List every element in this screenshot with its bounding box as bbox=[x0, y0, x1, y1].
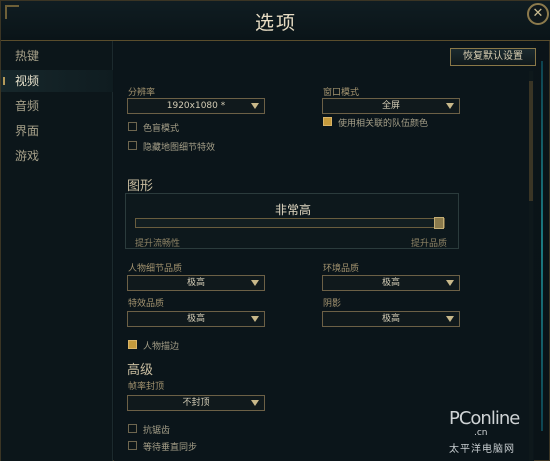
sidebar-item-game[interactable]: 游戏 bbox=[1, 145, 113, 167]
sidebar-item-label: 视频 bbox=[15, 74, 40, 88]
checkbox-icon bbox=[128, 424, 137, 433]
sidebar-item-label: 音频 bbox=[15, 99, 40, 113]
close-icon: ✕ bbox=[532, 6, 544, 21]
environment-quality-label: 环境品质 bbox=[323, 264, 360, 274]
checkbox-icon bbox=[128, 141, 137, 150]
dropdown-value: 极高 bbox=[186, 314, 205, 324]
sidebar-item-audio[interactable]: 音频 bbox=[1, 95, 113, 117]
chevron-down-icon bbox=[251, 280, 259, 286]
watermark-subtitle: 太平洋电脑网 bbox=[449, 444, 515, 455]
window-mode-dropdown[interactable]: 全屏 bbox=[322, 98, 460, 114]
effects-quality-dropdown[interactable]: 极高 bbox=[127, 311, 265, 327]
sidebar-item-video[interactable]: 视频 bbox=[1, 70, 113, 92]
resolution-dropdown[interactable]: 1920x1080 * bbox=[127, 98, 265, 114]
frame-cap-label: 帧率封顶 bbox=[128, 382, 165, 392]
slider-fill bbox=[136, 219, 434, 227]
close-button[interactable]: ✕ bbox=[527, 3, 549, 25]
frame-cap-dropdown[interactable]: 不封顶 bbox=[127, 395, 265, 411]
sidebar-item-label: 界面 bbox=[15, 124, 40, 138]
dropdown-value: 极高 bbox=[381, 314, 400, 324]
dropdown-value: 极高 bbox=[186, 278, 205, 288]
graphics-quality-slider[interactable] bbox=[135, 217, 445, 229]
environment-quality-dropdown[interactable]: 极高 bbox=[322, 275, 460, 291]
checkbox-checked-icon bbox=[323, 117, 332, 126]
graphics-section-title: 图形 bbox=[127, 179, 154, 194]
edge-glow-decoration bbox=[541, 61, 543, 431]
chevron-down-icon bbox=[446, 103, 454, 109]
dropdown-value: 不封顶 bbox=[182, 398, 210, 408]
shadows-dropdown[interactable]: 极高 bbox=[322, 311, 460, 327]
watermark: PConline .cn 太平洋电脑网 bbox=[449, 406, 549, 458]
shadows-label: 阴影 bbox=[323, 299, 342, 309]
window-title: 选项 bbox=[254, 12, 297, 34]
sidebar-item-interface[interactable]: 界面 bbox=[1, 120, 113, 142]
advanced-section-title: 高级 bbox=[127, 363, 154, 378]
slider-left-label: 提升流畅性 bbox=[135, 239, 181, 249]
graphics-quality-value: 非常高 bbox=[274, 203, 311, 217]
checkbox-icon bbox=[128, 122, 137, 131]
watermark-domain: .cn bbox=[474, 428, 488, 438]
effects-quality-label: 特效品质 bbox=[128, 299, 165, 309]
sidebar-item-label: 游戏 bbox=[15, 149, 40, 163]
window-mode-label: 窗口模式 bbox=[323, 88, 360, 98]
chevron-down-icon bbox=[251, 103, 259, 109]
slider-handle[interactable] bbox=[434, 217, 444, 229]
watermark-logo: PConline bbox=[449, 408, 520, 429]
sidebar-item-hotkeys[interactable]: 热键 bbox=[1, 45, 113, 67]
chevron-down-icon bbox=[446, 280, 454, 286]
chevron-down-icon bbox=[446, 316, 454, 322]
scrollbar-thumb[interactable] bbox=[529, 81, 533, 201]
dropdown-value: 极高 bbox=[381, 278, 400, 288]
graphics-quality-panel: 非常高 提升流畅性 提升品质 bbox=[125, 193, 459, 249]
title-bar: 选项 ✕ bbox=[1, 1, 550, 41]
options-window: 选项 ✕ 热键 视频 音频 界面 游戏 恢复默认设置 分辨率 1920x1080… bbox=[0, 0, 550, 461]
chevron-down-icon bbox=[251, 316, 259, 322]
resolution-label: 分辨率 bbox=[128, 88, 156, 98]
active-marker-icon bbox=[3, 77, 8, 85]
scrollbar[interactable] bbox=[529, 71, 533, 461]
dropdown-value: 全屏 bbox=[381, 101, 400, 111]
slider-right-label: 提升品质 bbox=[411, 239, 448, 249]
checkbox-checked-icon bbox=[128, 340, 137, 349]
reset-defaults-button[interactable]: 恢复默认设置 bbox=[450, 48, 536, 66]
character-quality-dropdown[interactable]: 极高 bbox=[127, 275, 265, 291]
dropdown-value: 1920x1080 * bbox=[166, 101, 226, 111]
character-quality-label: 人物细节品质 bbox=[128, 264, 183, 274]
video-settings-panel: 恢复默认设置 分辨率 1920x1080 * 窗口模式 全屏 色盲模式 隐藏地图… bbox=[114, 41, 536, 461]
checkbox-icon bbox=[128, 441, 137, 450]
sidebar-item-label: 热键 bbox=[15, 49, 40, 63]
chevron-down-icon bbox=[251, 400, 259, 406]
sidebar: 热键 视频 音频 界面 游戏 bbox=[1, 41, 113, 461]
